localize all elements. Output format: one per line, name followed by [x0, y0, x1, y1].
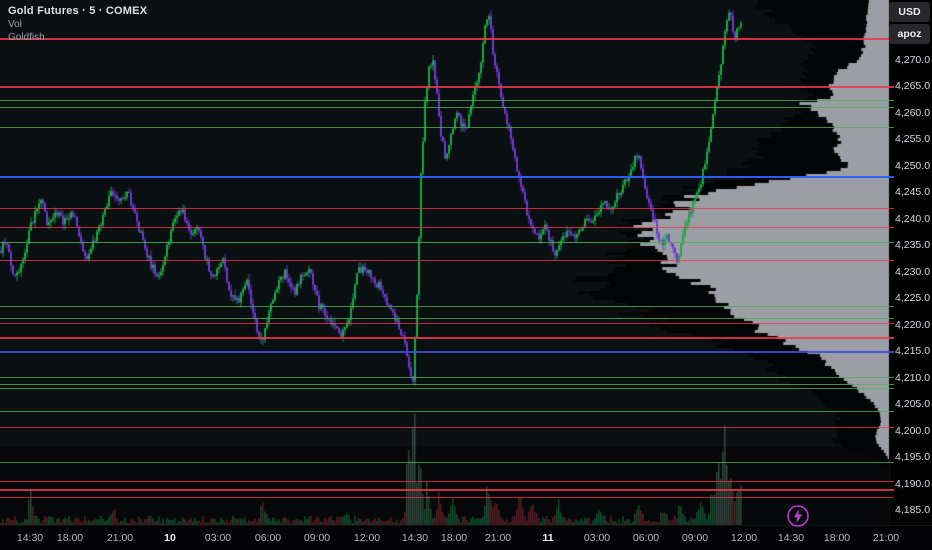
time-axis[interactable]: 14:30 18:00 21:00 10 03:00 06:00 09:00 12:00 14:…	[0, 525, 932, 550]
price-tick-label: 4,215.0	[895, 345, 931, 358]
price-tick-label: 4,265.0	[895, 80, 931, 93]
price-tick-label: 4,220.0	[895, 318, 931, 331]
price-tick-label: 4,255.0	[895, 133, 931, 146]
time-tick-label: 03:00	[204, 532, 232, 544]
price-tick-label: 4,235.0	[895, 239, 931, 252]
unit-buttons: USD apoz	[888, 2, 931, 46]
time-tick-label: 18:00	[440, 532, 468, 544]
time-tick-label: 06:00	[254, 532, 282, 544]
time-tick-label: 14:30	[16, 532, 44, 544]
legend: Gold Futures · 5 · COMEX Vol Goldfish	[8, 5, 147, 43]
time-tick-label: 14:30	[777, 532, 805, 544]
price-tick-label: 4,250.0	[895, 159, 931, 172]
time-tick-label: 21:00	[872, 532, 900, 544]
price-axis[interactable]: 4,270.0 4,265.0 4,260.0 4,255.0 4,250.0 4,245…	[889, 0, 932, 525]
time-tick-label: 09:00	[303, 532, 331, 544]
time-tick-label: 12:00	[353, 532, 381, 544]
price-tick-label: 4,245.0	[895, 186, 931, 199]
price-tick-label: 4,195.0	[895, 451, 931, 464]
price-tick-label: 4,270.0	[895, 53, 931, 66]
currency-usd-button[interactable]: USD	[889, 2, 930, 22]
time-tick-label: 06:00	[632, 532, 660, 544]
lightning-icon	[787, 505, 809, 527]
price-tick-label: 4,185.0	[895, 504, 931, 517]
price-tick-label: 4,200.0	[895, 424, 931, 437]
indicator-goldfish[interactable]: Goldfish	[8, 32, 147, 43]
price-tick-label: 4,240.0	[895, 212, 931, 225]
price-tick-label: 4,225.0	[895, 292, 931, 305]
unit-apoz-button[interactable]: apoz	[889, 24, 930, 44]
time-tick-label: 21:00	[484, 532, 512, 544]
time-tick-label: 18:00	[56, 532, 84, 544]
chart-window: Gold Futures · 5 · COMEX Vol Goldfish 4,…	[0, 0, 932, 550]
price-tick-label: 4,205.0	[895, 398, 931, 411]
chart-canvas[interactable]	[0, 0, 932, 550]
price-tick-label: 4,230.0	[895, 265, 931, 278]
time-tick-label: 03:00	[583, 532, 611, 544]
boost-button[interactable]	[786, 504, 810, 528]
time-tick-label: 21:00	[106, 532, 134, 544]
time-tick-day-label: 10	[164, 532, 176, 544]
time-tick-day-label: 11	[542, 532, 554, 544]
time-tick-label: 14:30	[401, 532, 429, 544]
price-tick-label: 4,190.0	[895, 477, 931, 490]
symbol-title[interactable]: Gold Futures · 5 · COMEX	[8, 5, 147, 17]
time-tick-label: 12:00	[730, 532, 758, 544]
price-tick-label: 4,210.0	[895, 371, 931, 384]
price-tick-label: 4,260.0	[895, 106, 931, 119]
time-tick-label: 18:00	[823, 532, 851, 544]
indicator-vol[interactable]: Vol	[8, 19, 147, 30]
time-tick-label: 09:00	[681, 532, 709, 544]
